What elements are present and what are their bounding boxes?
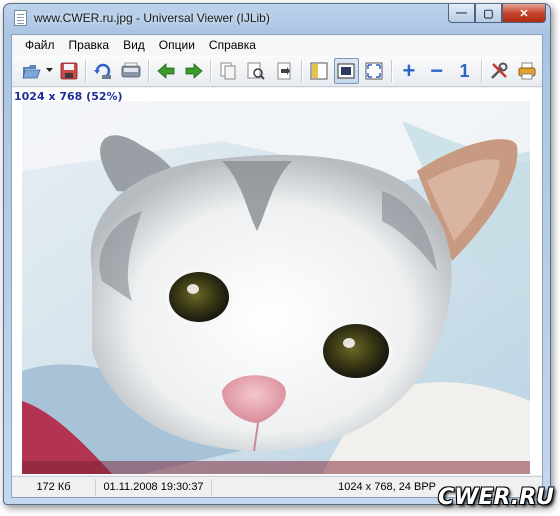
zoom-in-button[interactable]: +: [396, 58, 422, 84]
app-window: www.CWER.ru.jpg - Universal Viewer (IJLi…: [3, 3, 551, 505]
toolbar-separator: [147, 59, 149, 82]
panel-left-icon: [310, 62, 328, 79]
menu-file[interactable]: Файл: [18, 35, 62, 55]
zoom-out-icon: −: [430, 57, 444, 83]
toolbar-separator: [481, 59, 483, 82]
print-icon: [518, 62, 536, 79]
copy-button[interactable]: [215, 58, 241, 84]
open-icon: [22, 64, 41, 78]
zoom-out-button[interactable]: −: [424, 58, 450, 84]
fit-window-button[interactable]: [333, 57, 360, 84]
options-button[interactable]: [486, 58, 512, 84]
menu-options[interactable]: Опции: [152, 35, 202, 55]
scanner-icon: [121, 62, 141, 77]
previous-button[interactable]: [153, 58, 179, 84]
close-button[interactable]: ✕: [502, 4, 546, 23]
open-button[interactable]: [18, 58, 44, 84]
dropdown-arrow-icon: [46, 68, 54, 72]
options-tools-icon: [491, 62, 508, 79]
zoom-page-icon: [247, 62, 265, 80]
minimize-button[interactable]: —: [448, 4, 475, 23]
reload-button[interactable]: [90, 58, 116, 84]
forward-arrow-icon: [185, 62, 203, 79]
title-bar[interactable]: www.CWER.ru.jpg - Universal Viewer (IJLi…: [4, 4, 550, 32]
back-arrow-icon: [157, 62, 175, 79]
menu-help[interactable]: Справка: [202, 35, 263, 55]
window-controls: — ▢ ✕: [448, 4, 546, 24]
zoom-page-button[interactable]: [243, 58, 269, 84]
export-button[interactable]: [271, 58, 297, 84]
menu-bar: Файл Правка Вид Опции Справка: [12, 35, 542, 55]
actual-size-icon: 1: [459, 60, 470, 81]
fullscreen-button[interactable]: [361, 58, 387, 84]
image-dimensions-label: 1024 x 768 (52%): [14, 90, 123, 103]
toolbar-separator: [300, 59, 302, 82]
reload-icon: [94, 63, 112, 79]
status-date: 01.11.2008 19:30:37: [96, 478, 212, 496]
toolbar-separator: [85, 59, 87, 82]
actual-size-button[interactable]: 1: [452, 58, 478, 84]
kitten-photo: [22, 101, 530, 474]
fit-window-icon: [337, 63, 355, 78]
image-viewport[interactable]: 1024 x 768 (52%): [12, 88, 542, 475]
maximize-button[interactable]: ▢: [475, 4, 502, 23]
copy-icon: [220, 62, 236, 79]
fullscreen-icon: [365, 62, 383, 79]
window-title: www.CWER.ru.jpg - Universal Viewer (IJLi…: [34, 11, 270, 25]
toolbar-separator: [210, 59, 212, 82]
document-icon: [14, 10, 27, 26]
export-icon: [277, 62, 291, 79]
site-watermark: CWER.RU: [438, 485, 554, 510]
status-spacer: [212, 479, 312, 496]
toolbar: + − 1: [12, 55, 542, 87]
zoom-in-icon: +: [402, 57, 416, 83]
status-file-size: 172 Кб: [12, 478, 96, 496]
save-button[interactable]: [56, 58, 82, 84]
menu-view[interactable]: Вид: [116, 35, 152, 55]
panel-button[interactable]: [306, 58, 332, 84]
next-button[interactable]: [181, 58, 207, 84]
client-area: Файл Правка Вид Опции Справка + − 1 1024…: [11, 34, 543, 498]
status-resolution: 1024 x 768, 24 BPP: [338, 481, 436, 493]
save-icon: [60, 62, 77, 79]
menu-edit[interactable]: Правка: [62, 35, 117, 55]
toolbar-separator: [391, 59, 393, 82]
open-dropdown[interactable]: [46, 58, 54, 84]
scanner-button[interactable]: [118, 58, 144, 84]
print-button[interactable]: [514, 58, 540, 84]
